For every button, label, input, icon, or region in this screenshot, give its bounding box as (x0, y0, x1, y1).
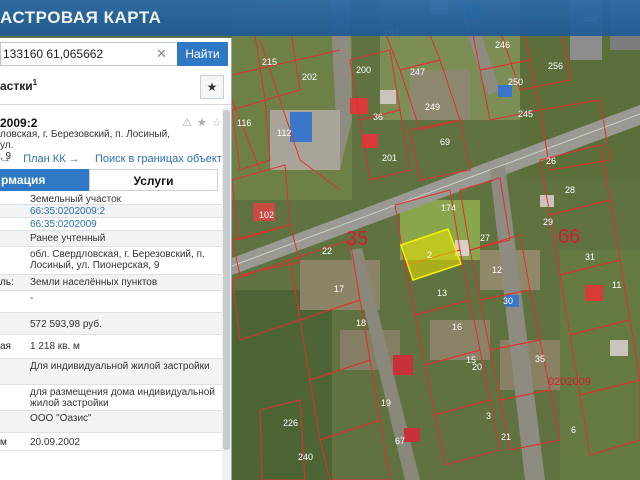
parcel-label: 116 (237, 118, 252, 128)
parcel-label: 240 (298, 452, 314, 462)
object-cadastral-id: 2009:2 (0, 116, 38, 130)
parcel-label: 13 (437, 288, 448, 298)
parcel-label: 249 (425, 102, 441, 112)
parcel-label: 174 (441, 203, 457, 213)
tab-services[interactable]: Услуги (89, 169, 218, 191)
link-search-bounds[interactable]: Поиск в границах объекта → (95, 153, 231, 165)
parcel-label: 256 (548, 61, 564, 71)
table-row: 66:35:0202009 (0, 218, 222, 231)
table-row: ая 1 218 кв. м (0, 335, 222, 359)
table-row: ль: Земли населённых пунктов (0, 275, 222, 291)
parcel-label: 16 (452, 322, 463, 332)
parcel-label: 26 (546, 156, 557, 166)
search-bar: ✕ Найти (0, 40, 231, 66)
warning-star-icons[interactable]: ⚠ ★ ☆ (182, 116, 223, 129)
table-row: Для индивидуальной жилой застройки (0, 359, 222, 385)
parcel-label: 18 (356, 318, 367, 328)
parcel-label: 247 (410, 67, 426, 77)
parcel-label: 21 (501, 432, 512, 442)
block-label: 66 (558, 226, 581, 248)
parcel-label: 215 (262, 57, 278, 67)
star-icon: ★ (206, 80, 218, 94)
link-arrow[interactable]: → (0, 153, 11, 165)
parcel-label: 20 (472, 362, 483, 372)
block-label: 35 (346, 228, 369, 250)
table-row: м 20.09.2002 (0, 433, 222, 451)
parcel-label: 67 (395, 436, 406, 446)
table-row: ООО "Оазис" (0, 411, 222, 433)
object-links: → План КК → Поиск в границах объекта → (0, 153, 231, 165)
table-row: 572 593,98 руб. (0, 313, 222, 335)
parcel-label: 30 (503, 296, 514, 306)
divider (0, 104, 231, 105)
parcel-label: 6 (571, 425, 577, 435)
parcel-label: 245 (518, 109, 534, 119)
search-input[interactable] (0, 42, 176, 66)
info-panel: ✕ Найти астки1 ★ 2009:2 ⚠ ★ ☆ ловская, г… (0, 38, 232, 480)
search-button[interactable]: Найти (177, 42, 228, 66)
table-row: - (0, 291, 222, 313)
parcel-label: 19 (381, 398, 392, 408)
section-title: астки1 (0, 78, 38, 93)
parcel-label: 102 (259, 210, 275, 220)
parcel-label: 200 (356, 65, 372, 75)
parcel-label: 202 (302, 72, 318, 82)
tab-information[interactable]: рмация (0, 169, 89, 191)
parcel-label: 27 (480, 233, 491, 243)
parcel-label: 28 (565, 185, 576, 195)
parcel-label: 29 (543, 217, 554, 227)
parcel-label: 31 (585, 252, 596, 262)
block-label: 0202009 (548, 376, 591, 388)
parcel-label: 246 (495, 40, 511, 50)
parcel-label: 3 (486, 411, 492, 421)
table-row: Ранее учтенный (0, 231, 222, 247)
table-row: обл. Свердловская, г. Березовский, п. Ло… (0, 247, 222, 275)
scrollbar-thumb[interactable] (223, 110, 230, 450)
parcel-label: 17 (334, 284, 345, 294)
parcel-label: 112 (277, 128, 292, 138)
parcel-label: 226 (283, 418, 299, 428)
table-row: 66:35:0202009:2 (0, 205, 222, 218)
parcel-label: 22 (322, 246, 333, 256)
close-icon[interactable]: ✕ (156, 46, 167, 62)
tabs: рмация Услуги (0, 169, 218, 191)
link-plan-kk[interactable]: План КК → (23, 153, 79, 165)
parcel-label: 35 (535, 354, 546, 364)
parcel-label: 201 (382, 153, 398, 163)
table-row: для размещения дома индивидуальной жилой… (0, 385, 222, 411)
parcel-label: 250 (508, 77, 524, 87)
parcel-label: 2 (427, 250, 433, 260)
app-title: АСТРОВАЯ КАРТА (0, 8, 162, 27)
parcel-label: 69 (440, 137, 451, 147)
parcel-label: 36 (373, 112, 384, 122)
parcel-label: 11 (612, 280, 622, 290)
favorite-button[interactable]: ★ (200, 75, 224, 99)
table-row: Земельный участок (0, 193, 222, 205)
parcel-label: 12 (492, 265, 503, 275)
app-header: АСТРОВАЯ КАРТА (0, 0, 640, 36)
